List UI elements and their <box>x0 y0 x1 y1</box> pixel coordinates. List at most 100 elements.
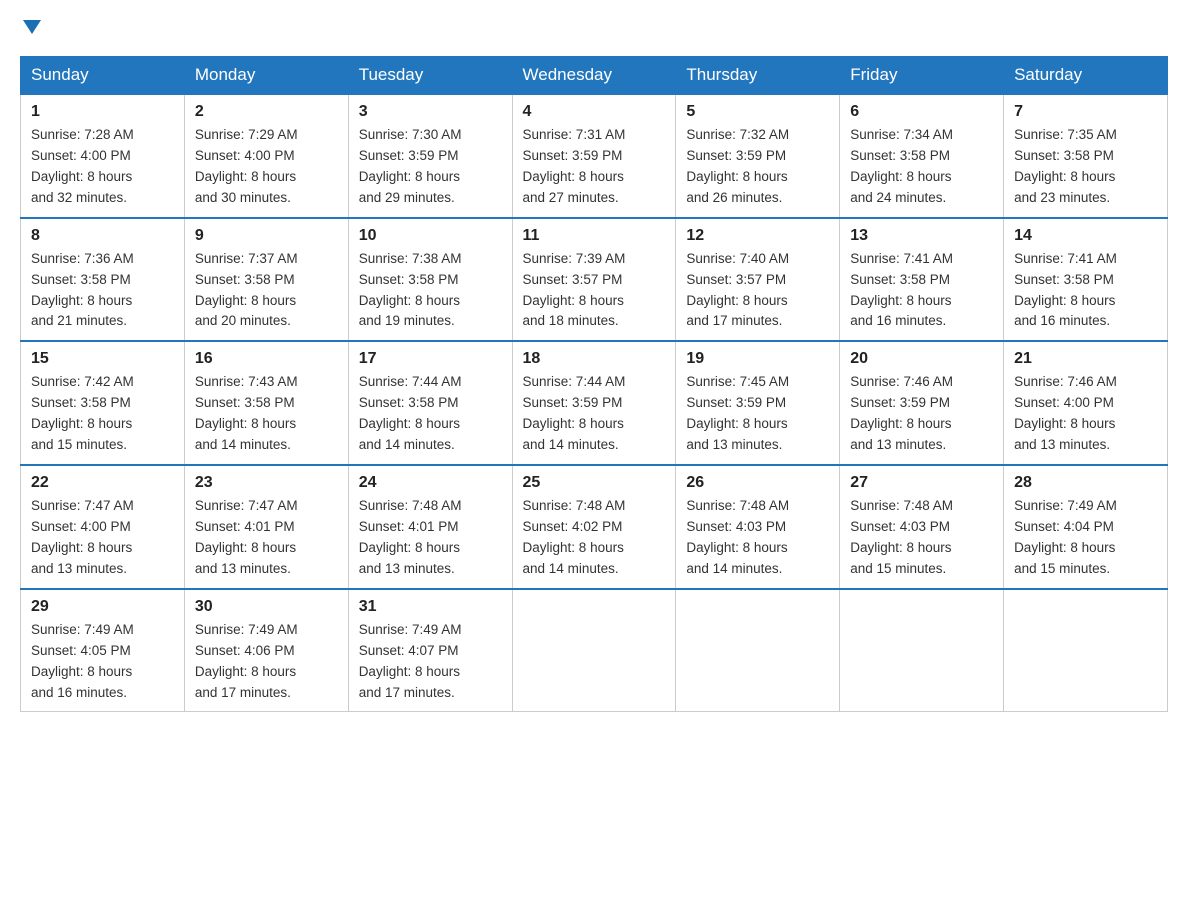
day-number: 4 <box>523 103 666 121</box>
day-number: 5 <box>686 103 829 121</box>
day-info: Sunrise: 7:46 AMSunset: 3:59 PMDaylight:… <box>850 372 993 456</box>
day-number: 29 <box>31 598 174 616</box>
col-header-tuesday: Tuesday <box>348 57 512 95</box>
day-number: 25 <box>523 474 666 492</box>
week-row-4: 22 Sunrise: 7:47 AMSunset: 4:00 PMDayligh… <box>21 465 1168 589</box>
calendar-cell: 28 Sunrise: 7:49 AMSunset: 4:04 PMDayligh… <box>1004 465 1168 589</box>
calendar-cell: 3 Sunrise: 7:30 AMSunset: 3:59 PMDaylight… <box>348 94 512 218</box>
day-number: 26 <box>686 474 829 492</box>
day-info: Sunrise: 7:48 AMSunset: 4:03 PMDaylight:… <box>850 496 993 580</box>
day-info: Sunrise: 7:47 AMSunset: 4:01 PMDaylight:… <box>195 496 338 580</box>
col-header-sunday: Sunday <box>21 57 185 95</box>
day-number: 16 <box>195 350 338 368</box>
col-header-saturday: Saturday <box>1004 57 1168 95</box>
day-number: 13 <box>850 227 993 245</box>
day-info: Sunrise: 7:40 AMSunset: 3:57 PMDaylight:… <box>686 249 829 333</box>
day-number: 7 <box>1014 103 1157 121</box>
day-info: Sunrise: 7:30 AMSunset: 3:59 PMDaylight:… <box>359 125 502 209</box>
day-number: 19 <box>686 350 829 368</box>
day-info: Sunrise: 7:49 AMSunset: 4:05 PMDaylight:… <box>31 620 174 704</box>
calendar-cell: 21 Sunrise: 7:46 AMSunset: 4:00 PMDayligh… <box>1004 341 1168 465</box>
day-number: 17 <box>359 350 502 368</box>
calendar-cell: 23 Sunrise: 7:47 AMSunset: 4:01 PMDayligh… <box>184 465 348 589</box>
day-number: 6 <box>850 103 993 121</box>
calendar-cell: 10Sunrise: 7:38 AMSunset: 3:58 PMDayligh… <box>348 218 512 342</box>
day-number: 24 <box>359 474 502 492</box>
calendar-cell: 27 Sunrise: 7:48 AMSunset: 4:03 PMDayligh… <box>840 465 1004 589</box>
day-info: Sunrise: 7:36 AMSunset: 3:58 PMDaylight:… <box>31 249 174 333</box>
calendar-cell: 5Sunrise: 7:32 AMSunset: 3:59 PMDaylight… <box>676 94 840 218</box>
calendar-cell: 17Sunrise: 7:44 AMSunset: 3:58 PMDayligh… <box>348 341 512 465</box>
calendar-cell: 12 Sunrise: 7:40 AMSunset: 3:57 PMDayligh… <box>676 218 840 342</box>
calendar-cell <box>840 589 1004 712</box>
calendar-cell <box>1004 589 1168 712</box>
day-number: 30 <box>195 598 338 616</box>
calendar-cell: 31 Sunrise: 7:49 AMSunset: 4:07 PMDayligh… <box>348 589 512 712</box>
calendar-cell: 19Sunrise: 7:45 AMSunset: 3:59 PMDayligh… <box>676 341 840 465</box>
logo-blue <box>20 20 41 36</box>
calendar-cell: 20 Sunrise: 7:46 AMSunset: 3:59 PMDayligh… <box>840 341 1004 465</box>
day-info: Sunrise: 7:35 AMSunset: 3:58 PMDaylight:… <box>1014 125 1157 209</box>
day-info: Sunrise: 7:42 AMSunset: 3:58 PMDaylight:… <box>31 372 174 456</box>
calendar-cell: 15 Sunrise: 7:42 AMSunset: 3:58 PMDayligh… <box>21 341 185 465</box>
calendar-cell: 22 Sunrise: 7:47 AMSunset: 4:00 PMDayligh… <box>21 465 185 589</box>
day-number: 3 <box>359 103 502 121</box>
day-info: Sunrise: 7:48 AMSunset: 4:02 PMDaylight:… <box>523 496 666 580</box>
calendar-cell: 25 Sunrise: 7:48 AMSunset: 4:02 PMDayligh… <box>512 465 676 589</box>
day-info: Sunrise: 7:49 AMSunset: 4:04 PMDaylight:… <box>1014 496 1157 580</box>
page-header <box>20 20 1168 36</box>
week-row-3: 15 Sunrise: 7:42 AMSunset: 3:58 PMDayligh… <box>21 341 1168 465</box>
day-number: 28 <box>1014 474 1157 492</box>
day-number: 23 <box>195 474 338 492</box>
logo <box>20 20 41 36</box>
day-number: 20 <box>850 350 993 368</box>
day-number: 9 <box>195 227 338 245</box>
calendar-cell: 9 Sunrise: 7:37 AMSunset: 3:58 PMDaylight… <box>184 218 348 342</box>
day-info: Sunrise: 7:31 AMSunset: 3:59 PMDaylight:… <box>523 125 666 209</box>
day-number: 18 <box>523 350 666 368</box>
day-number: 31 <box>359 598 502 616</box>
day-info: Sunrise: 7:47 AMSunset: 4:00 PMDaylight:… <box>31 496 174 580</box>
day-info: Sunrise: 7:48 AMSunset: 4:01 PMDaylight:… <box>359 496 502 580</box>
calendar-table: SundayMondayTuesdayWednesdayThursdayFrid… <box>20 56 1168 712</box>
day-info: Sunrise: 7:39 AMSunset: 3:57 PMDaylight:… <box>523 249 666 333</box>
day-number: 27 <box>850 474 993 492</box>
calendar-cell: 8 Sunrise: 7:36 AMSunset: 3:58 PMDaylight… <box>21 218 185 342</box>
day-info: Sunrise: 7:49 AMSunset: 4:07 PMDaylight:… <box>359 620 502 704</box>
calendar-cell: 13 Sunrise: 7:41 AMSunset: 3:58 PMDayligh… <box>840 218 1004 342</box>
calendar-cell: 18 Sunrise: 7:44 AMSunset: 3:59 PMDayligh… <box>512 341 676 465</box>
day-info: Sunrise: 7:44 AMSunset: 3:59 PMDaylight:… <box>523 372 666 456</box>
day-info: Sunrise: 7:34 AMSunset: 3:58 PMDaylight:… <box>850 125 993 209</box>
day-number: 2 <box>195 103 338 121</box>
day-number: 10 <box>359 227 502 245</box>
day-number: 1 <box>31 103 174 121</box>
calendar-cell: 11Sunrise: 7:39 AMSunset: 3:57 PMDayligh… <box>512 218 676 342</box>
calendar-cell: 2 Sunrise: 7:29 AMSunset: 4:00 PMDaylight… <box>184 94 348 218</box>
calendar-cell: 30 Sunrise: 7:49 AMSunset: 4:06 PMDayligh… <box>184 589 348 712</box>
col-header-wednesday: Wednesday <box>512 57 676 95</box>
day-number: 8 <box>31 227 174 245</box>
day-info: Sunrise: 7:29 AMSunset: 4:00 PMDaylight:… <box>195 125 338 209</box>
calendar-cell: 26Sunrise: 7:48 AMSunset: 4:03 PMDayligh… <box>676 465 840 589</box>
day-number: 12 <box>686 227 829 245</box>
day-number: 21 <box>1014 350 1157 368</box>
day-info: Sunrise: 7:46 AMSunset: 4:00 PMDaylight:… <box>1014 372 1157 456</box>
calendar-header-row: SundayMondayTuesdayWednesdayThursdayFrid… <box>21 57 1168 95</box>
calendar-cell: 6 Sunrise: 7:34 AMSunset: 3:58 PMDaylight… <box>840 94 1004 218</box>
calendar-cell <box>512 589 676 712</box>
day-number: 22 <box>31 474 174 492</box>
day-number: 14 <box>1014 227 1157 245</box>
calendar-cell: 24 Sunrise: 7:48 AMSunset: 4:01 PMDayligh… <box>348 465 512 589</box>
col-header-friday: Friday <box>840 57 1004 95</box>
day-number: 15 <box>31 350 174 368</box>
day-info: Sunrise: 7:41 AMSunset: 3:58 PMDaylight:… <box>850 249 993 333</box>
day-info: Sunrise: 7:37 AMSunset: 3:58 PMDaylight:… <box>195 249 338 333</box>
day-info: Sunrise: 7:49 AMSunset: 4:06 PMDaylight:… <box>195 620 338 704</box>
col-header-monday: Monday <box>184 57 348 95</box>
logo-arrow-icon <box>23 20 41 34</box>
day-info: Sunrise: 7:43 AMSunset: 3:58 PMDaylight:… <box>195 372 338 456</box>
calendar-cell: 14Sunrise: 7:41 AMSunset: 3:58 PMDayligh… <box>1004 218 1168 342</box>
calendar-cell: 4 Sunrise: 7:31 AMSunset: 3:59 PMDaylight… <box>512 94 676 218</box>
calendar-cell: 16 Sunrise: 7:43 AMSunset: 3:58 PMDayligh… <box>184 341 348 465</box>
calendar-cell: 29 Sunrise: 7:49 AMSunset: 4:05 PMDayligh… <box>21 589 185 712</box>
